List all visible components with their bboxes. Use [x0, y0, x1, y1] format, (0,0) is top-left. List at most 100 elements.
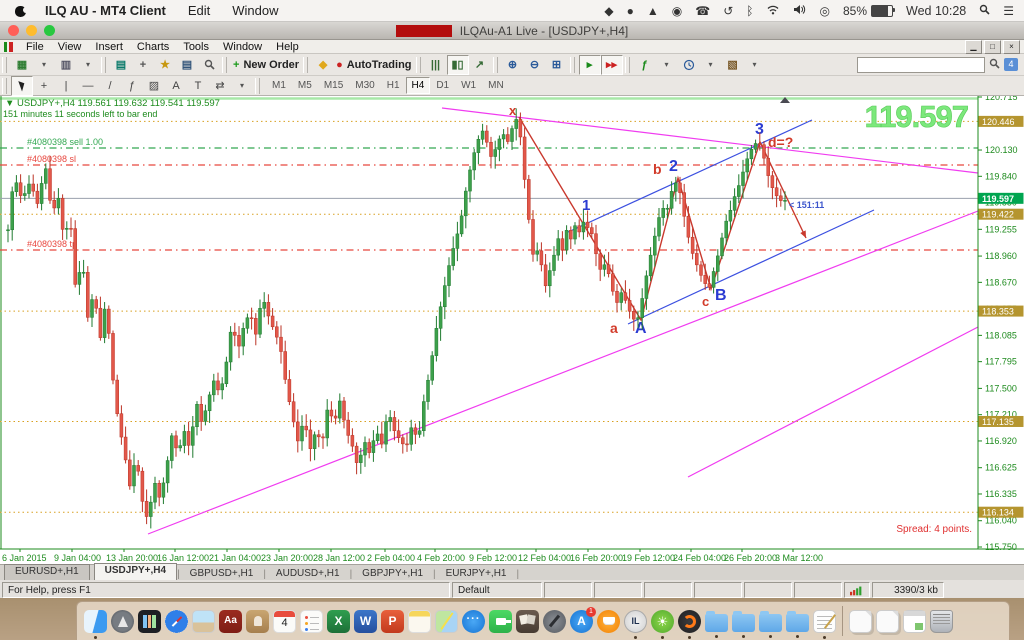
time-machine-icon[interactable]: ↺ [723, 5, 733, 17]
timeframe-h4[interactable]: H4 [406, 77, 431, 94]
dock-notes-icon[interactable] [408, 610, 431, 633]
timeframe-mn[interactable]: MN [482, 77, 510, 94]
handoff-phone-icon[interactable]: ☎ [695, 5, 710, 17]
data-window-button[interactable]: + [132, 55, 154, 75]
mac-app-menu[interactable]: ILQ AU - MT4 Client [45, 3, 166, 18]
timeframe-m15[interactable]: M15 [318, 77, 349, 94]
menu-insert[interactable]: Insert [88, 41, 130, 53]
new-chart-button[interactable]: ▦ [11, 55, 33, 75]
zoom-out-button[interactable]: ⊖ [524, 55, 546, 75]
dock-appstore-icon[interactable]: A1 [570, 610, 593, 633]
dock-trading-app-icon[interactable]: ☀ [651, 610, 674, 633]
gdrive-icon[interactable]: ▲ [647, 5, 659, 17]
market-watch-button[interactable]: ▤ [110, 55, 132, 75]
timeframe-w1[interactable]: W1 [455, 77, 482, 94]
dock-dictionary-icon[interactable]: Aa [219, 610, 242, 633]
templates-dropdown[interactable]: ▾ [744, 55, 766, 75]
fibonacci-tool[interactable]: ƒ [121, 76, 143, 96]
wifi-icon[interactable] [766, 4, 780, 17]
community-chat-icon[interactable]: 4 [1004, 58, 1018, 71]
timeframe-m5[interactable]: M5 [292, 77, 318, 94]
chart-shift-button[interactable]: ▸▸ [601, 55, 623, 75]
autotrading-button[interactable]: ●AutoTrading [334, 55, 413, 75]
dock-folder-icon[interactable] [705, 614, 728, 632]
battery-icon[interactable] [871, 5, 893, 17]
terminal-button[interactable]: ▤ [176, 55, 198, 75]
periods-dropdown[interactable]: ▾ [700, 55, 722, 75]
tile-windows-button[interactable]: ⊞ [546, 55, 568, 75]
dock-contacts-icon[interactable] [246, 610, 269, 633]
text-tool[interactable]: A [165, 76, 187, 96]
auto-scroll-button[interactable]: ▸ [579, 55, 601, 75]
new-chart-dropdown[interactable]: ▾ [33, 55, 55, 75]
menu-charts[interactable]: Charts [130, 41, 176, 53]
dock-mission-control-icon[interactable] [138, 610, 161, 633]
dock-ibooks-icon[interactable] [597, 610, 620, 633]
indicators-dropdown[interactable]: ▾ [656, 55, 678, 75]
dock-trash-icon[interactable] [930, 610, 953, 633]
navigator-button[interactable]: ★ [154, 55, 176, 75]
dock-downloads-stack[interactable] [876, 610, 899, 633]
chart-area[interactable]: #4080398 sell 1.00#4080398 sl#4080398 tp… [0, 96, 1024, 564]
mac-menu-window[interactable]: Window [232, 3, 278, 18]
dock-telescope-app-icon[interactable] [543, 610, 566, 633]
menu-tools[interactable]: Tools [176, 41, 216, 53]
arrows-dropdown[interactable]: ▾ [231, 76, 253, 96]
menubar-clock[interactable]: Wed 10:28 [906, 4, 966, 18]
line-chart-button[interactable]: ↗ [469, 55, 491, 75]
zoom-in-button[interactable]: ⊕ [502, 55, 524, 75]
periods-button[interactable] [678, 55, 700, 75]
volume-icon[interactable] [793, 4, 806, 17]
profiles-dropdown[interactable]: ▾ [77, 55, 99, 75]
dock-safari-icon[interactable] [165, 610, 188, 633]
dock-excel-icon[interactable]: X [327, 610, 350, 633]
dock-powerpoint-icon[interactable]: P [381, 610, 404, 633]
dock-finder-icon[interactable] [84, 610, 107, 633]
new-order-button[interactable]: +New Order [231, 55, 301, 75]
channel-tool[interactable]: ▨ [143, 76, 165, 96]
menu-view[interactable]: View [51, 41, 89, 53]
mdi-restore-button[interactable]: □ [984, 40, 1001, 54]
chart-tab-gbpjpy-h1[interactable]: GBPJPY+,H1 [352, 567, 433, 580]
accessibility-icon[interactable]: ◉ [672, 5, 682, 17]
dock-folder-icon[interactable] [732, 614, 755, 632]
price-chart[interactable]: #4080398 sell 1.00#4080398 sl#4080398 tp… [0, 96, 1024, 564]
metaeditor-button[interactable]: ◆ [312, 55, 334, 75]
dock-documents-stack[interactable] [849, 610, 872, 633]
dock-facetime-icon[interactable] [489, 610, 512, 633]
cursor-tool[interactable] [11, 76, 33, 96]
dock-reminders-icon[interactable] [300, 610, 323, 633]
notification-center-icon[interactable]: ☰ [1003, 5, 1014, 17]
dock-ilq-app-icon[interactable]: IL [624, 610, 647, 633]
mac-menu-edit[interactable]: Edit [188, 3, 210, 18]
bar-chart-button[interactable]: ||| [425, 55, 447, 75]
crosshair-tool[interactable]: + [33, 76, 55, 96]
timeframe-h1[interactable]: H1 [381, 77, 406, 94]
bluetooth-icon[interactable]: ᛒ [746, 5, 753, 17]
arrows-tool[interactable]: ⇄ [209, 76, 231, 96]
dock-swirl-app-icon[interactable] [678, 610, 701, 633]
timeframe-d1[interactable]: D1 [430, 77, 455, 94]
dock-preview-icon[interactable] [192, 610, 215, 633]
dropbox-icon[interactable]: ◆ [604, 5, 613, 17]
chart-tab-gbpusd-h1[interactable]: GBPUSD+,H1 [180, 567, 264, 580]
dock-textedit-icon[interactable] [813, 610, 836, 633]
dock-webpage-stack[interactable] [903, 610, 926, 633]
chart-tab-audusd-h1[interactable]: AUDUSD+,H1 [266, 567, 350, 580]
spotlight-icon[interactable] [979, 4, 990, 18]
input-menu-icon[interactable]: ◎ [819, 5, 829, 17]
app-circle-icon[interactable]: ● [627, 5, 634, 17]
dock-folder-icon[interactable] [786, 614, 809, 632]
chart-tab-usdjpy-h4[interactable]: USDJPY+,H4 [94, 563, 177, 580]
search-input[interactable] [857, 57, 985, 73]
timeframe-m30[interactable]: M30 [349, 77, 380, 94]
dock-word-icon[interactable]: W [354, 610, 377, 633]
dock-maps-icon[interactable] [435, 610, 458, 633]
timeframe-m1[interactable]: M1 [266, 77, 292, 94]
templates-button[interactable]: ▧ [722, 55, 744, 75]
dock-photobooth-icon[interactable] [516, 610, 539, 633]
mdi-minimize-button[interactable]: ▁ [965, 40, 982, 54]
horizontal-line-tool[interactable]: — [77, 76, 99, 96]
text-label-tool[interactable]: T [187, 76, 209, 96]
dock-folder-icon[interactable] [759, 614, 782, 632]
